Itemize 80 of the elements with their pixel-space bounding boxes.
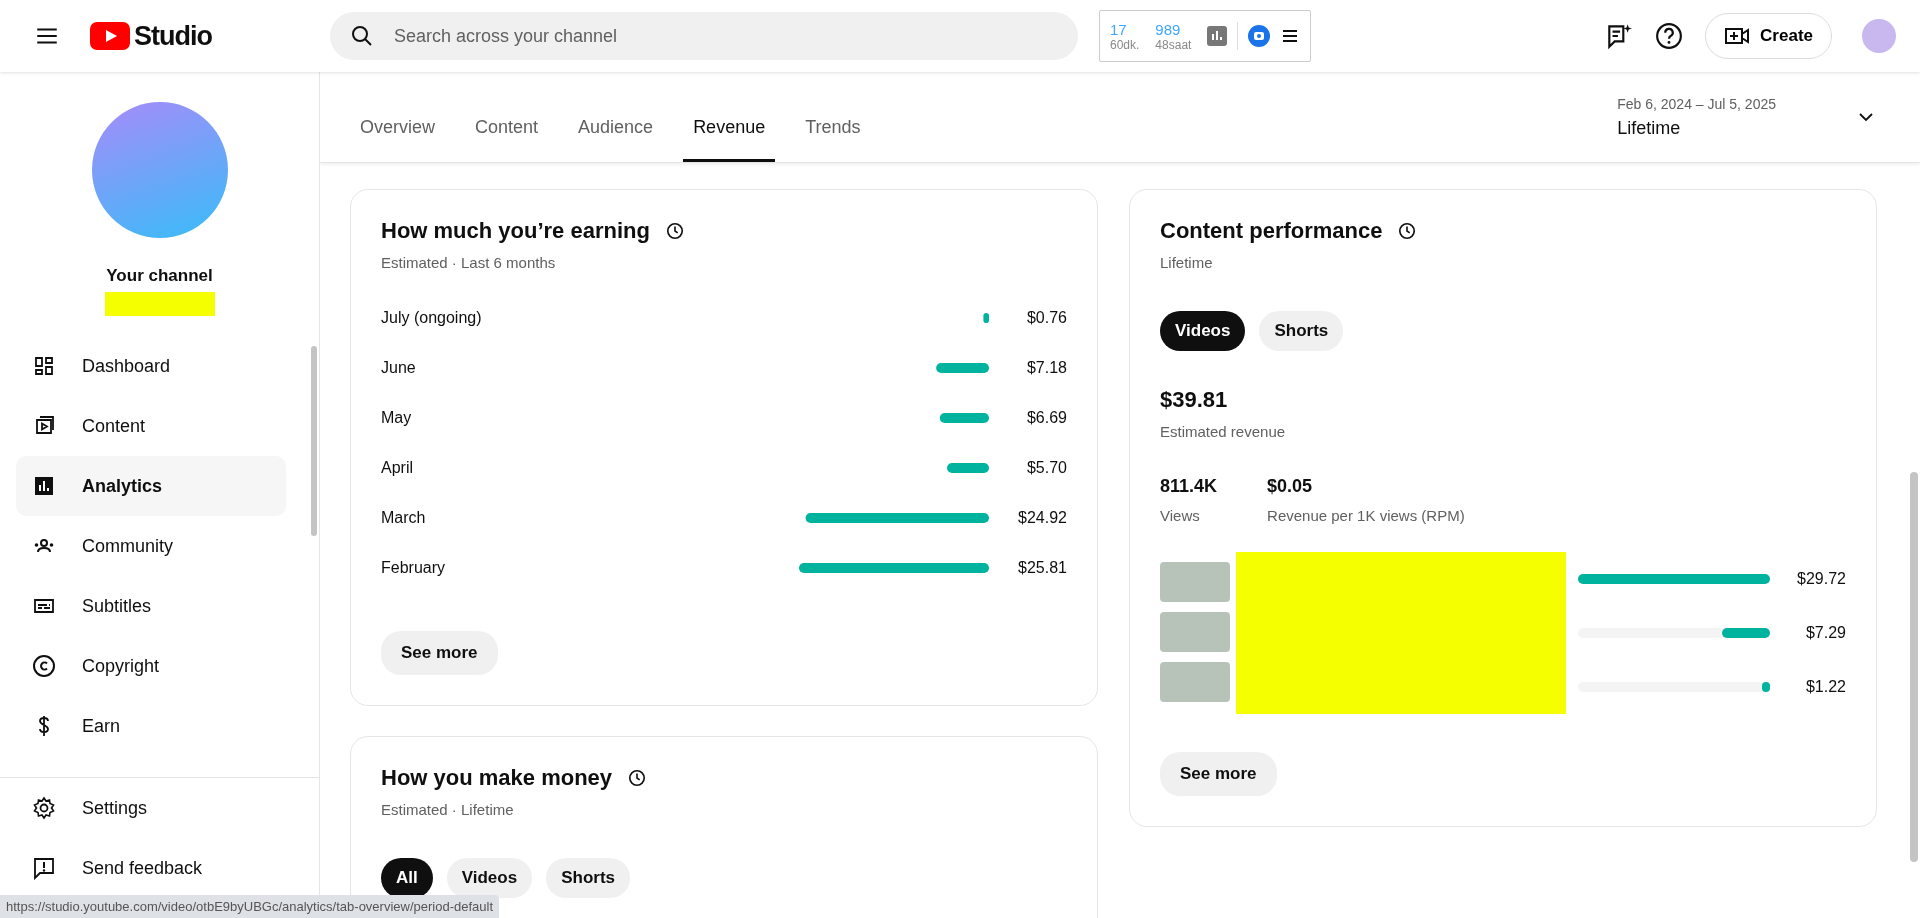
filter-chip[interactable]: All [381, 858, 433, 898]
date-range-picker[interactable]: Feb 6, 2024 – Jul 5, 2025 Lifetime [1617, 95, 1876, 139]
video-plus-icon [1724, 26, 1751, 46]
amount: $5.70 [1026, 459, 1067, 476]
stat-label: 60dk. [1110, 37, 1140, 52]
create-button[interactable]: Create [1705, 13, 1832, 59]
search-icon [350, 24, 374, 48]
stat-label: 48saat [1155, 37, 1192, 52]
filter-chip[interactable]: Videos [1160, 311, 1246, 351]
metric-label: Estimated revenue [1160, 423, 1286, 440]
tab[interactable]: Overview [350, 72, 445, 162]
sidebar-item[interactable]: Analytics [16, 456, 286, 516]
sidebar-item[interactable]: Dashboard [16, 336, 286, 396]
tab[interactable]: Audience [568, 72, 664, 162]
metric-value: 811.4K [1160, 476, 1218, 497]
revenue-bar [947, 463, 989, 473]
see-more-button[interactable]: See more [1160, 752, 1277, 796]
clock-icon[interactable] [665, 222, 684, 240]
sidebar-item[interactable]: Earn [16, 696, 286, 756]
scrollbar-thumb[interactable] [1910, 472, 1918, 862]
tab[interactable]: Revenue [683, 72, 776, 162]
search-field[interactable]: Search across your channel [330, 12, 1078, 60]
card-title: Content performance [1160, 218, 1383, 244]
clock-icon[interactable] [1398, 222, 1417, 240]
dashboard-icon [32, 354, 56, 378]
extension-badge-icon[interactable] [1248, 25, 1271, 47]
amount: $7.18 [1026, 359, 1067, 376]
logo-text: Studio [134, 20, 212, 52]
filter-chip[interactable]: Shorts [1259, 311, 1344, 351]
feedback-icon [32, 856, 56, 880]
stat-value: 17 [1110, 20, 1128, 38]
search-input[interactable]: Search across your channel [392, 24, 1058, 48]
sidebar-item[interactable]: Community [16, 516, 286, 576]
status-url: https://studio.youtube.com/video/otbE9byUBGc/analytics/tab-overview/period-default [0, 895, 500, 918]
card-title: How much you’re earning [381, 218, 650, 244]
filter-chip[interactable]: Videos [446, 858, 533, 898]
month-label: July (ongoing) [381, 309, 482, 326]
feedback-sparkle-icon[interactable] [1605, 22, 1634, 50]
metric-value: $39.81 [1160, 387, 1229, 413]
help-icon[interactable] [1655, 22, 1684, 50]
sidebar-item[interactable]: Content [16, 396, 286, 456]
tab[interactable]: Trends [795, 72, 871, 162]
channel-label: Your channel [106, 266, 213, 286]
scrollbar-thumb[interactable] [311, 346, 317, 536]
month-label: March [381, 509, 426, 526]
card-title: How you make money [381, 765, 613, 791]
play-logo-icon [90, 22, 130, 50]
amount: $7.29 [1804, 624, 1846, 642]
settings-icon [32, 796, 56, 820]
sidebar-item[interactable]: Copyright [16, 636, 286, 696]
metric-label: Revenue per 1K views (RPM) [1267, 507, 1465, 524]
amount: $24.92 [1018, 509, 1067, 526]
bar-chart-icon[interactable] [1207, 26, 1228, 46]
sidebar-item[interactable]: Subtitles [16, 576, 286, 636]
amount: $25.81 [1018, 559, 1067, 576]
revenue-bar [936, 363, 989, 373]
card-subtitle: Lifetime [1160, 254, 1213, 271]
sidebar-item[interactable]: Settings [16, 778, 286, 838]
clock-icon[interactable] [628, 769, 647, 787]
revenue-bar [983, 313, 989, 323]
amount: $6.69 [1026, 409, 1067, 426]
sidebar-item[interactable]: Send feedback [16, 838, 286, 898]
month-label: February [381, 559, 446, 576]
month-label: May [381, 409, 412, 426]
month-label: June [381, 359, 416, 376]
tab[interactable]: Content [465, 72, 549, 162]
see-more-button[interactable]: See more [381, 631, 498, 675]
amount: $1.22 [1804, 678, 1846, 696]
filter-chip[interactable]: Shorts [546, 858, 630, 898]
metric-value: $0.05 [1267, 476, 1314, 497]
stat-value: 989 [1155, 20, 1182, 38]
amount: $29.72 [1796, 570, 1846, 588]
card-subtitle: Estimated · Lifetime [381, 801, 514, 818]
revenue-bar [939, 413, 989, 423]
copyright-icon [32, 654, 56, 678]
month-label: April [381, 459, 413, 476]
card-subtitle: Estimated · Last 6 months [381, 254, 556, 271]
amount: $0.76 [1026, 309, 1067, 326]
bar-chart-icon [32, 474, 56, 498]
metric-label: Views [1160, 507, 1201, 524]
